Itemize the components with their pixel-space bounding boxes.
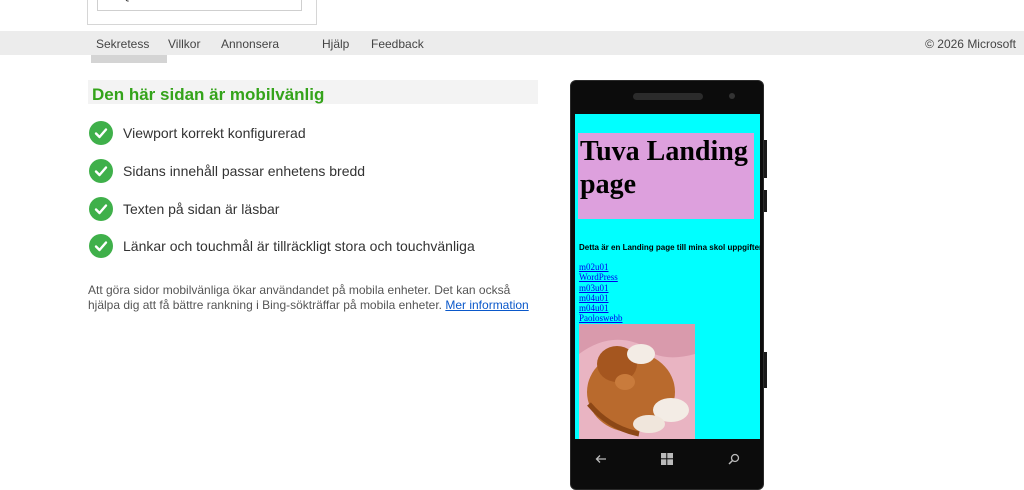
result-title: Den här sidan är mobilvänlig [92, 85, 325, 104]
preview-heading: Tuva Landing page [580, 136, 748, 200]
result-header: Den här sidan är mobilvänlig [88, 80, 538, 104]
phone-screen: Tuva Landing page Detta är en Landing pa… [575, 114, 760, 439]
more-info-link[interactable]: Mer information [445, 298, 528, 312]
phone-side-button [764, 190, 767, 212]
phone-side-button [764, 140, 767, 178]
phone-side-button [764, 352, 767, 388]
windows-icon [657, 449, 677, 469]
footer-link-terms[interactable]: Villkor [168, 37, 200, 51]
check-circle-icon [89, 159, 113, 183]
check-item-content-width: Sidans innehåll passar enhetens bredd [89, 158, 365, 184]
footer-bar: Sekretess Villkor Annonsera Hjälp Feedba… [0, 31, 1024, 55]
cat-photo [579, 324, 695, 439]
preview-link[interactable]: m03u01 [579, 283, 623, 293]
check-circle-icon [89, 197, 113, 221]
search-icon [724, 449, 744, 469]
preview-link[interactable]: m02u01 [579, 262, 623, 272]
check-text: Länkar och touchmål är tillräckligt stor… [123, 238, 475, 254]
preview-description: Detta är en Landing page till mina skol … [579, 243, 760, 252]
check-text: Viewport korrekt konfigurerad [123, 125, 306, 141]
url-input[interactable]: HWQV19X [97, 0, 302, 11]
copyright-text: © 2026 Microsoft [925, 37, 1016, 51]
phone-camera [729, 93, 735, 99]
back-arrow-icon [591, 449, 611, 469]
check-circle-icon [89, 234, 113, 258]
check-item-readable-text: Texten på sidan är läsbar [89, 196, 279, 222]
preview-hero: Tuva Landing page [578, 133, 754, 219]
check-text: Texten på sidan är läsbar [123, 201, 280, 217]
preview-link[interactable]: m04u01 [579, 303, 623, 313]
url-input-container: HWQV19X [87, 0, 317, 25]
check-circle-icon [89, 121, 113, 145]
footer-link-advertise[interactable]: Annonsera [221, 37, 279, 51]
phone-speaker [633, 93, 703, 100]
preview-links: m02u01 WordPress m03u01 m04u01 m04u01 Pa… [579, 262, 623, 324]
footer-link-help[interactable]: Hjälp [322, 37, 349, 51]
phone-preview: Tuva Landing page Detta är en Landing pa… [570, 80, 764, 490]
phone-nav-bar [571, 449, 765, 469]
preview-link[interactable]: WordPress [579, 272, 623, 282]
check-text: Sidans innehåll passar enhetens bredd [123, 163, 366, 179]
check-item-touch-targets: Länkar och touchmål är tillräckligt stor… [89, 233, 475, 259]
footer-link-feedback[interactable]: Feedback [371, 37, 424, 51]
footer-link-privacy[interactable]: Sekretess [96, 37, 149, 51]
check-item-viewport: Viewport korrekt konfigurerad [89, 120, 306, 146]
info-paragraph: Att göra sidor mobilvänliga ökar använda… [88, 283, 538, 313]
preview-link[interactable]: m04u01 [579, 293, 623, 303]
preview-link[interactable]: Paoloswebb [579, 313, 623, 323]
